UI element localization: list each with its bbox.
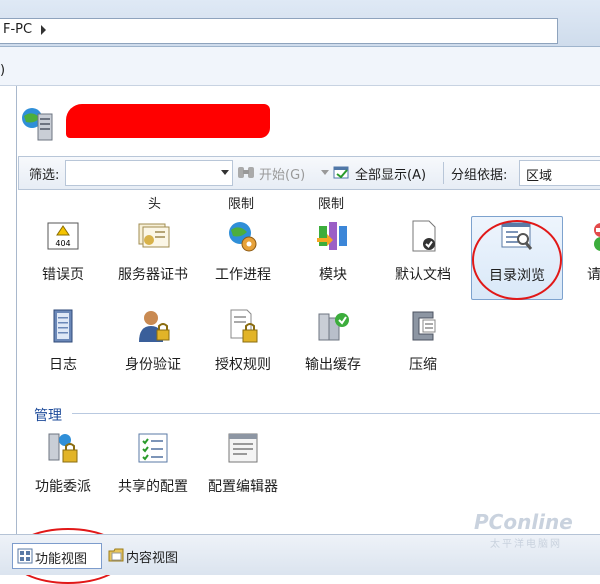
start-dropdown-icon[interactable]	[321, 170, 329, 175]
show-all-button[interactable]: 全部显示(A)	[355, 164, 426, 183]
group-by-label: 分组依据:	[451, 168, 508, 183]
watermark-subtitle: 太平洋电脑网	[490, 539, 562, 550]
feature-label: 模块	[319, 267, 347, 283]
feature-label: 功能委派	[35, 479, 91, 495]
feature-delegation-icon	[48, 433, 78, 463]
filter-label: 筛选:	[29, 168, 60, 183]
certificate-icon	[138, 223, 170, 248]
group-title-management: 管理	[34, 408, 62, 424]
config-editor-icon	[228, 433, 258, 463]
feature-label: 身份验证	[125, 357, 181, 373]
group-divider	[72, 413, 600, 414]
feature-label: 共享的配置	[118, 479, 188, 495]
feature-label: 日志	[49, 357, 77, 373]
group-by-select[interactable]: 区域	[519, 160, 600, 186]
shared-config-icon	[138, 433, 168, 463]
group-by-value: 区域	[526, 169, 553, 184]
menu-bar: )	[0, 47, 600, 86]
filter-toolbar: 筛选: 开始(G) 全部显示(A) 分组依据: 区域	[18, 156, 600, 190]
feature-label: 服务器证书	[118, 267, 188, 283]
address-bar: F-PC	[0, 0, 600, 47]
feature-label: 输出缓存	[305, 357, 361, 373]
svg-text:404: 404	[55, 239, 70, 248]
feature-configuration-editor[interactable]: 配置编辑器	[198, 430, 288, 512]
logging-icon	[53, 309, 73, 343]
feature-output-caching[interactable]: 输出缓存	[288, 308, 378, 390]
compression-icon	[412, 311, 436, 341]
feature-shared-configuration[interactable]: 共享的配置	[108, 430, 198, 512]
feature-authentication[interactable]: 身份验证	[108, 308, 198, 390]
start-label: 开始(G)	[259, 168, 306, 183]
feature-label: 工作进程	[215, 267, 271, 283]
default-document-icon	[412, 220, 436, 252]
feature-delegation[interactable]: 功能委派	[18, 430, 108, 512]
feature-label: 默认文档	[395, 267, 451, 283]
menu-item-partial[interactable]: )	[0, 63, 5, 78]
feature-modules[interactable]: 模块	[288, 218, 378, 300]
feature-error-pages[interactable]: 404 错误页	[18, 218, 108, 300]
modules-icon	[317, 222, 347, 250]
feature-request-filtering[interactable]: 请求	[556, 218, 600, 300]
feature-label: 压缩	[409, 357, 437, 373]
feature-compression[interactable]: 压缩	[378, 308, 468, 390]
address-field[interactable]: F-PC	[0, 18, 558, 44]
feature-server-certificates[interactable]: 服务器证书	[108, 218, 198, 300]
tab-feature-view[interactable]: 功能视图	[12, 543, 102, 569]
address-path[interactable]: F-PC	[3, 22, 32, 37]
tab-label: 功能视图	[35, 552, 88, 567]
authorization-icon	[230, 309, 258, 343]
show-all-icon	[333, 166, 349, 179]
feature-label: 请求	[587, 267, 600, 283]
filter-input[interactable]	[65, 160, 233, 186]
feature-worker-processes[interactable]: 工作进程	[198, 218, 288, 300]
content-view-icon	[108, 548, 124, 562]
binoculars-icon	[238, 167, 254, 178]
feature-view-icon	[17, 548, 33, 564]
server-icon	[22, 108, 53, 141]
output-cache-icon	[318, 313, 349, 341]
category-header-2: 限制	[228, 197, 255, 212]
category-header-3: 限制	[318, 197, 345, 212]
watermark-logo: PConline	[474, 510, 573, 534]
server-name-redacted	[66, 104, 270, 138]
feature-authorization-rules[interactable]: 授权规则	[198, 308, 288, 390]
breadcrumb-arrow-icon[interactable]	[41, 25, 46, 35]
authentication-icon	[139, 311, 170, 342]
feature-logging[interactable]: 日志	[18, 308, 108, 390]
filter-dropdown-icon[interactable]	[221, 170, 229, 175]
error-404-icon: 404	[47, 222, 79, 250]
feature-default-document[interactable]: 默认文档	[378, 218, 468, 300]
tab-content-view[interactable]: 内容视图	[104, 543, 194, 567]
feature-label: 授权规则	[215, 357, 271, 373]
feature-label: 错误页	[42, 267, 84, 283]
annotation-circle-directory-browsing	[472, 220, 562, 300]
tab-label: 内容视图	[126, 551, 179, 566]
worker-process-icon	[229, 222, 257, 252]
request-filtering-icon	[594, 223, 600, 251]
toolbar-separator	[443, 162, 444, 184]
feature-label: 配置编辑器	[208, 479, 278, 495]
category-header-1: 头	[148, 197, 162, 212]
